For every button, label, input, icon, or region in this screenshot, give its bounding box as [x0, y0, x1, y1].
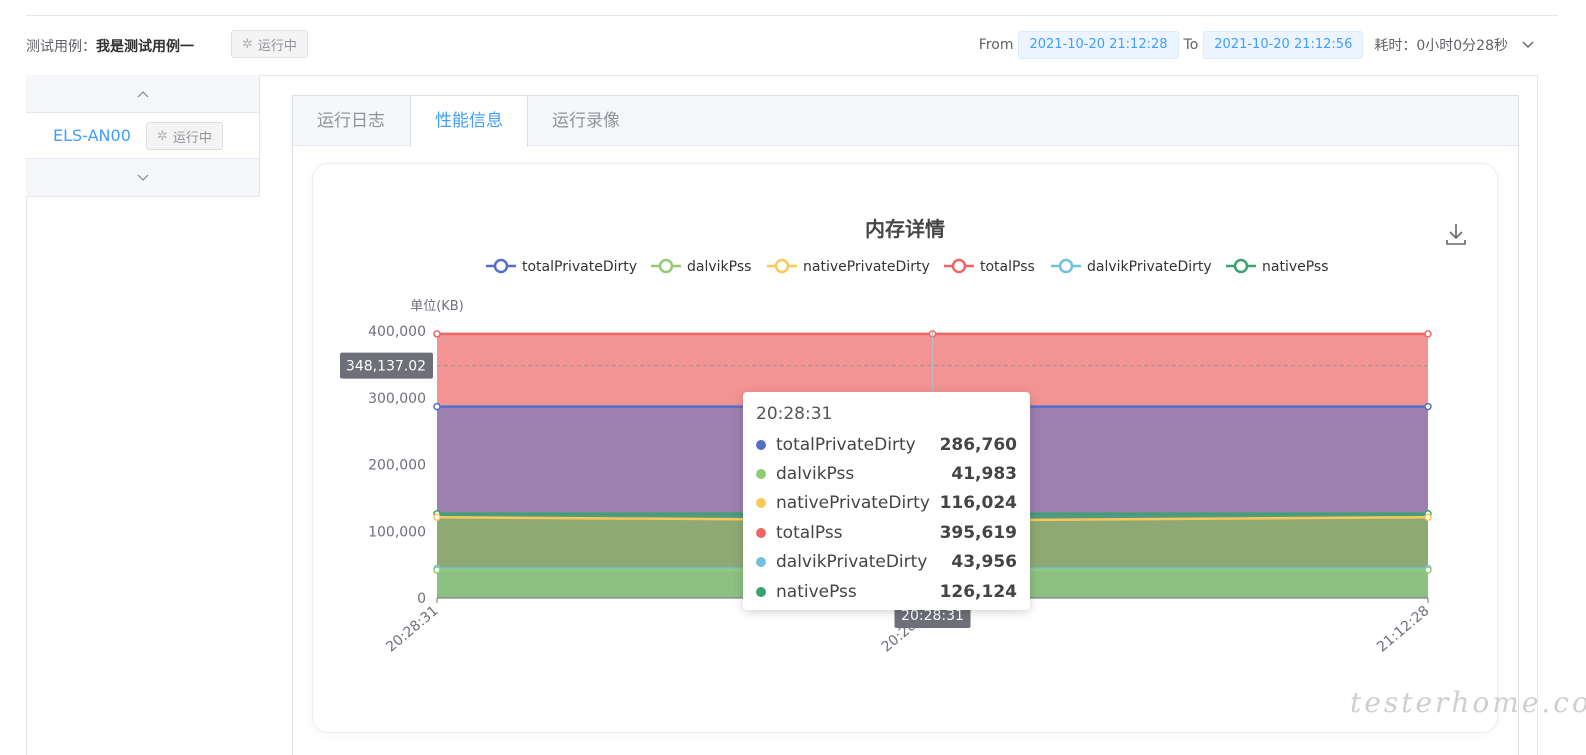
x-tick-label: 21:12:28: [1374, 603, 1432, 656]
tooltip-row: nativePrivateDirty 116,024: [756, 489, 1017, 518]
y-tick-label: 300,000: [368, 391, 426, 407]
tooltip-row: dalvikPrivateDirty 43,956: [756, 548, 1017, 577]
tooltip-series-name: dalvikPss: [776, 464, 855, 485]
tooltip-title: 20:28:31: [756, 404, 833, 424]
y-tick-label: 100,000: [368, 524, 426, 540]
series-dot-icon: [756, 498, 766, 509]
chart-tooltip: 20:28:31 totalPrivateDirty 286,760 dalvikP…: [743, 392, 1030, 610]
tooltip-series-value: 395,619: [939, 522, 1017, 543]
tooltip-row: totalPrivateDirty 286,760: [756, 430, 1017, 459]
tooltip-series-value: 126,124: [939, 581, 1017, 602]
tooltip-series-value: 41,983: [951, 464, 1017, 485]
memory-chart: 内存详情 totalPrivateDirty dalvikPss nativePri…: [340, 217, 1433, 656]
legend-label: dalvikPrivateDirty: [1087, 259, 1212, 275]
point-totalPrivateDirty: [433, 402, 441, 411]
legend-label: nativePss: [1262, 259, 1329, 275]
legend-label: nativePrivateDirty: [803, 259, 930, 275]
point-totalPss: [433, 330, 441, 338]
tooltip-series-name: dalvikPrivateDirty: [776, 552, 928, 573]
y-tick-label: 0: [417, 591, 426, 607]
y-tick-label: 200,000: [368, 458, 426, 474]
legend-marker-icon: [951, 258, 967, 274]
point-dalvikPss: [433, 566, 441, 574]
legend-label: dalvikPss: [687, 259, 751, 275]
pointer-x-label: 20:28:31: [901, 608, 964, 624]
watermark: testerhome.com: [1350, 686, 1586, 719]
tooltip-row: dalvikPss 41,983: [756, 459, 1017, 488]
tooltip-series-value: 43,956: [951, 552, 1017, 573]
y-axis-label: 单位(KB): [410, 299, 464, 314]
tooltip-row: nativePss 126,124: [756, 577, 1017, 606]
legend-marker-icon: [493, 258, 509, 274]
tooltip-series-name: totalPrivateDirty: [776, 434, 916, 455]
tooltip-series-value: 116,024: [939, 493, 1017, 514]
legend-marker-icon: [1233, 258, 1249, 274]
chart-legend: totalPrivateDirty dalvikPss nativePrivateD…: [486, 258, 1329, 275]
tooltip-series-value: 286,760: [939, 434, 1017, 455]
legend-marker-icon: [658, 258, 674, 274]
legend-marker-icon: [774, 258, 790, 274]
legend-marker-icon: [1058, 258, 1074, 274]
tooltip-series-name: totalPss: [776, 522, 843, 543]
y-tick-label: 400,000: [368, 324, 426, 340]
pointer-y-label: 348,137.02: [346, 359, 426, 375]
point-totalPss: [1424, 330, 1432, 338]
point-totalPrivateDirty: [1424, 402, 1432, 411]
series-dot-icon: [756, 557, 766, 568]
legend-label: totalPrivateDirty: [522, 259, 637, 275]
series-dot-icon: [756, 527, 766, 538]
x-tick-label: 20:28:31: [383, 603, 441, 656]
point-nativePrivateDirty: [1424, 513, 1432, 521]
legend-label: totalPss: [980, 259, 1035, 275]
series-dot-icon: [756, 439, 766, 450]
tooltip-row: totalPss 395,619: [756, 518, 1017, 547]
download-icon[interactable]: [1440, 218, 1472, 254]
tooltip-series-name: nativePrivateDirty: [776, 493, 930, 514]
series-dot-icon: [756, 586, 766, 597]
point-dalvikPss: [1424, 566, 1432, 574]
series-dot-icon: [756, 469, 766, 480]
tooltip-series-name: nativePss: [776, 581, 857, 602]
point-nativePrivateDirty: [433, 513, 441, 521]
chart-title: 内存详情: [865, 217, 945, 241]
